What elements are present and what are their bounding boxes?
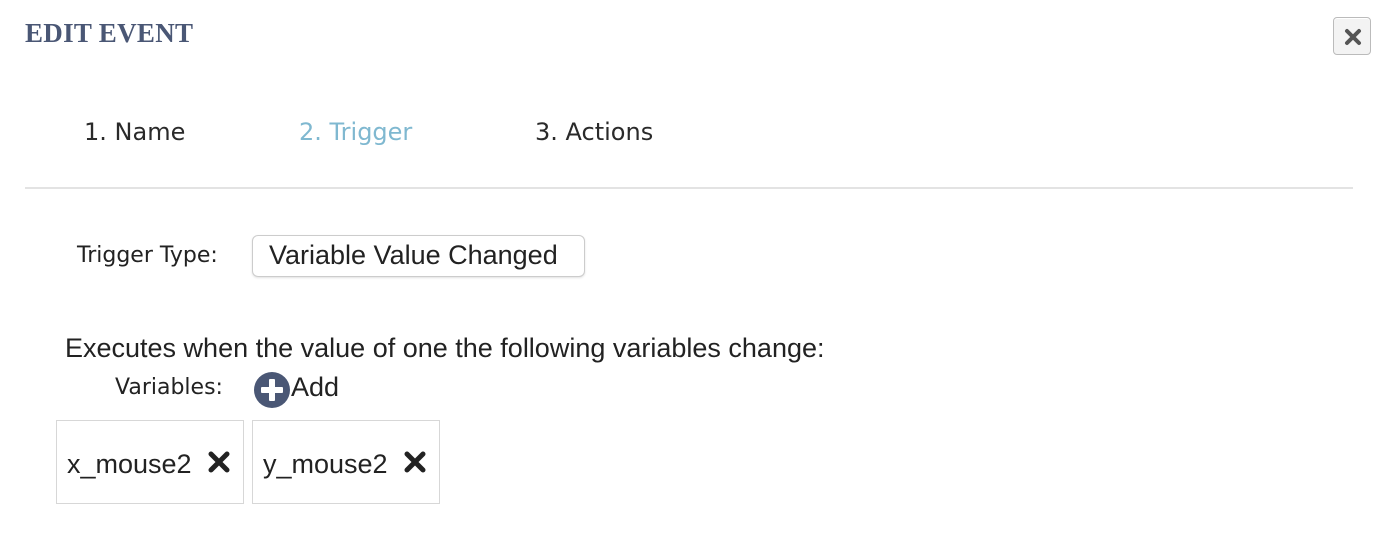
add-variable-label: Add — [291, 372, 340, 402]
variable-name: y_mouse2 — [263, 449, 388, 479]
trigger-type-select[interactable]: Variable Value Changed — [252, 235, 585, 277]
trigger-description: Executes when the value of one the follo… — [65, 333, 825, 363]
trigger-type-label: Trigger Type: — [77, 243, 218, 268]
tabs-divider — [25, 187, 1353, 189]
variable-name: x_mouse2 — [67, 449, 192, 479]
plus-circle-icon — [254, 372, 290, 408]
tab-actions[interactable]: 3. Actions — [535, 118, 653, 146]
variable-chip: x_mouse2 — [56, 420, 244, 504]
variable-chip: y_mouse2 — [252, 420, 440, 504]
close-icon — [1345, 29, 1361, 45]
tab-trigger[interactable]: 2. Trigger — [299, 118, 412, 146]
dialog-title: EDIT EVENT — [25, 18, 194, 48]
remove-x-icon[interactable] — [207, 450, 231, 474]
tab-name[interactable]: 1. Name — [84, 118, 185, 146]
close-button[interactable] — [1333, 17, 1371, 55]
variables-label: Variables: — [115, 375, 223, 400]
remove-x-icon[interactable] — [403, 450, 427, 474]
